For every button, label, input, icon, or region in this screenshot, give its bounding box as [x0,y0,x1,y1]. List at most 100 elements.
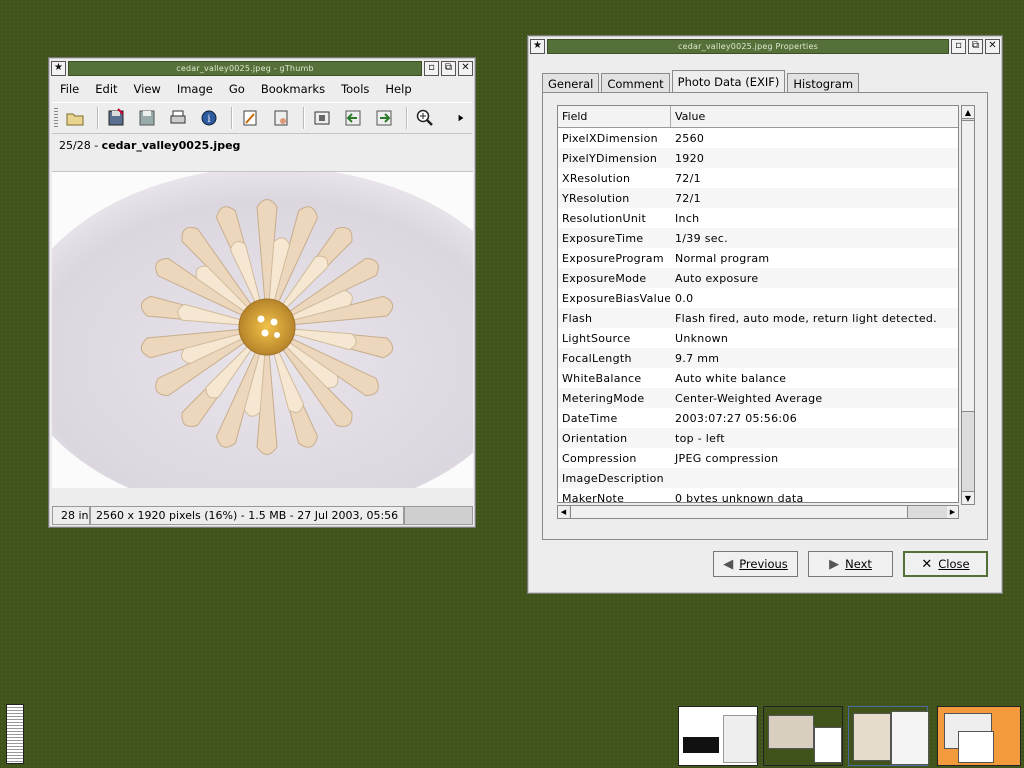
tab-general[interactable]: General [542,73,600,93]
exif-row[interactable]: LightSource Unknown [558,328,958,348]
tab-exif[interactable]: Photo Data (EXIF) [671,70,786,94]
exif-value: 0 bytes unknown data [675,491,804,503]
forward-arrow-icon[interactable] [371,106,397,130]
exif-field: WhiteBalance [562,371,642,385]
exif-list-header: Field Value [558,106,958,128]
exif-rows: PixelXDimension 2560 PixelYDimension 1920 XR… [558,128,958,503]
exif-row[interactable]: WhiteBalance Auto white balance [558,368,958,388]
categories-icon[interactable] [268,106,294,130]
arrow-left-icon: ◀ [723,556,734,572]
menu-image[interactable]: Image [169,82,221,96]
maximize-button[interactable]: ⧉ [968,38,983,54]
exif-row[interactable]: MakerNote 0 bytes unknown data [558,488,958,503]
properties-icon[interactable]: i [196,106,222,130]
scroll-down-icon[interactable]: ▼ [962,491,974,504]
exif-row[interactable]: FocalLength 9.7 mm [558,348,958,368]
minimize-button[interactable]: ▫ [951,38,966,54]
menu-tools[interactable]: Tools [333,82,377,96]
scroll-left-icon[interactable]: ◀ [558,506,569,518]
exif-field: LightSource [562,331,631,345]
column-header-value[interactable]: Value [671,106,958,127]
exif-row[interactable]: ExposureTime 1/39 sec. [558,228,958,248]
exif-row[interactable]: YResolution 72/1 [558,188,958,208]
exif-row[interactable]: PixelXDimension 2560 [558,128,958,148]
menu-bookmarks[interactable]: Bookmarks [253,82,333,96]
image-viewer[interactable] [52,171,473,488]
exif-row[interactable]: ExposureBiasValue 0.0 [558,288,958,308]
flower-photo [52,172,473,488]
previous-button[interactable]: ◀ Previous [713,551,798,577]
close-dialog-button[interactable]: ✕ Close [903,551,988,577]
image-index: 25/28 - [59,139,102,152]
exif-row[interactable]: ImageDescription [558,468,958,488]
exif-value: top - left [675,431,725,445]
toolbar: i [52,102,472,134]
menu-edit[interactable]: Edit [87,82,125,96]
toolbar-overflow-icon[interactable] [454,106,468,130]
exif-row[interactable]: MeteringMode Center-Weighted Average [558,388,958,408]
print-icon[interactable] [165,106,191,130]
properties-tabs: General Comment Photo Data (EXIF) Histog… [542,69,861,94]
scroll-right-icon[interactable]: ▶ [947,506,958,518]
exif-row[interactable]: XResolution 72/1 [558,168,958,188]
toolbar-separator [303,107,305,129]
toolbar-separator [97,107,99,129]
menu-go[interactable]: Go [221,82,253,96]
close-button[interactable]: ✕ [458,60,473,76]
workspace-1[interactable] [678,706,758,766]
column-header-field[interactable]: Field [558,106,671,127]
exif-row[interactable]: PixelYDimension 1920 [558,148,958,168]
exif-value: 1/39 sec. [675,231,728,245]
scroll-up-icon[interactable]: ▲ [962,106,974,119]
zoom-in-icon[interactable] [412,106,438,130]
menu-file[interactable]: File [52,82,87,96]
exif-list[interactable]: Field Value PixelXDimension 2560 PixelYDim… [557,105,959,503]
exif-row[interactable]: ExposureMode Auto exposure [558,268,958,288]
exif-row[interactable]: Orientation top - left [558,428,958,448]
close-button[interactable]: ✕ [985,38,1000,54]
exif-field: XResolution [562,171,631,185]
exif-field: ImageDescription [562,471,664,485]
fullscreen-icon[interactable] [309,106,335,130]
folder-icon[interactable] [62,106,88,130]
exif-row[interactable]: ExposureProgram Normal program [558,248,958,268]
maximize-button[interactable]: ⧉ [441,60,456,76]
window-menu-icon[interactable]: ★ [530,38,545,54]
tab-histogram[interactable]: Histogram [787,73,860,93]
window-list-applet[interactable] [6,704,24,764]
horizontal-scrollbar[interactable]: ◀ ▶ [557,505,959,519]
exif-tab-pane: Field Value PixelXDimension 2560 PixelYDim… [542,92,988,540]
workspace-2[interactable] [763,706,843,766]
workspace-4-active[interactable] [937,706,1021,766]
exif-value: Inch [675,211,700,225]
exif-field: Orientation [562,431,628,445]
exif-value: 2560 [675,131,705,145]
menu-help[interactable]: Help [377,82,419,96]
vertical-scroll-thumb[interactable] [962,120,974,412]
menu-view[interactable]: View [126,82,169,96]
close-label: Close [938,557,970,571]
exif-row[interactable]: Compression JPEG compression [558,448,958,468]
exif-row[interactable]: Flash Flash fired, auto mode, return ligh… [558,308,958,328]
minimize-button[interactable]: ▫ [424,60,439,76]
vertical-scrollbar[interactable]: ▲ ▼ [961,105,975,505]
window-title: cedar_valley0025.jpeg - gThumb [68,60,422,76]
next-button[interactable]: ▶ Next [808,551,893,577]
workspace-3[interactable] [848,706,929,766]
properties-titlebar[interactable]: ★ cedar_valley0025.jpeg Properties ▫ ⧉ ✕ [530,38,1000,54]
save-icon[interactable] [103,106,129,130]
exif-row[interactable]: ResolutionUnit Inch [558,208,958,228]
back-arrow-icon[interactable] [340,106,366,130]
status-progress [404,506,473,525]
exif-value: Auto white balance [675,371,787,385]
window-menu-icon[interactable]: ★ [51,60,66,76]
exif-field: ExposureProgram [562,251,664,265]
horizontal-scroll-thumb[interactable] [570,506,908,518]
toolbar-separator [406,107,408,129]
edit-comment-icon[interactable] [237,106,263,130]
save-as-icon[interactable] [134,106,160,130]
gthumb-titlebar[interactable]: ★ cedar_valley0025.jpeg - gThumb ▫ ⧉ ✕ [51,60,473,76]
tab-comment[interactable]: Comment [601,73,670,93]
exif-row[interactable]: DateTime 2003:07:27 05:56:06 [558,408,958,428]
toolbar-grip[interactable] [54,108,58,128]
